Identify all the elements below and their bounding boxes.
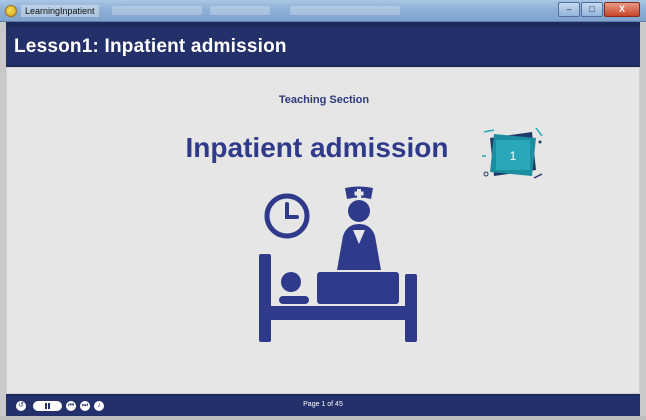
close-button[interactable]: X bbox=[604, 2, 640, 17]
minimize-button[interactable]: – bbox=[558, 2, 580, 17]
slide-content: Teaching Section Inpatient admission 1 bbox=[6, 67, 640, 394]
section-label: Teaching Section bbox=[278, 94, 370, 106]
blurred-tab bbox=[112, 6, 202, 15]
window-border-bottom bbox=[0, 416, 646, 420]
blurred-tab bbox=[290, 6, 400, 15]
slide-heading: Inpatient admission bbox=[185, 132, 449, 163]
badge-number: 1 bbox=[510, 149, 517, 163]
window-title: LearningInpatient bbox=[21, 5, 99, 17]
maximize-button[interactable]: □ bbox=[581, 2, 603, 17]
bed-frame-left bbox=[259, 254, 271, 342]
lesson-number-badge: 1 bbox=[482, 127, 543, 179]
window-border-right bbox=[640, 22, 646, 420]
blurred-tab bbox=[210, 6, 270, 15]
lesson-header: Lesson1: Inpatient admission bbox=[6, 27, 640, 65]
window-titlebar: LearningInpatient – □ X bbox=[0, 0, 646, 22]
lesson-title: Lesson1: Inpatient admission bbox=[14, 36, 287, 57]
app-icon bbox=[5, 5, 17, 17]
player-bar: ↺ ⏮ ⏭ ♪ Page 1 of 45 bbox=[6, 396, 640, 416]
page-counter: Page 1 of 45 bbox=[303, 401, 343, 408]
patient-blanket bbox=[317, 272, 399, 304]
nurse-clock-patient-bed-icon bbox=[259, 186, 417, 342]
